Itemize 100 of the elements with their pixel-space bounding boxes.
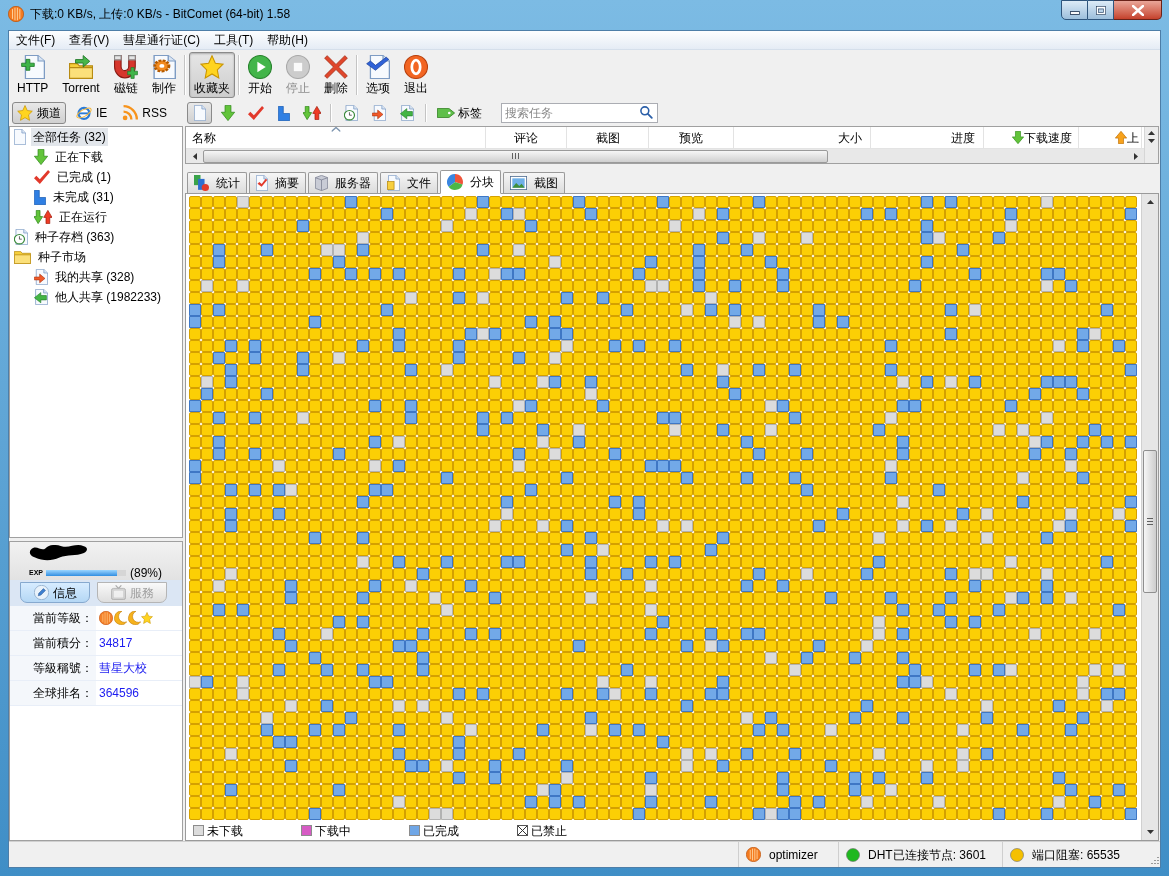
channel-tab[interactable]: IE — [71, 102, 113, 124]
l-shape-icon — [34, 189, 46, 205]
document-icon — [387, 175, 400, 191]
search-icon — [640, 106, 653, 119]
cubes-icon — [194, 175, 209, 191]
scrollbar-thumb[interactable] — [203, 149, 828, 163]
field-value: 364596 — [99, 685, 140, 702]
document-plus-icon — [20, 55, 45, 79]
arrow-up-icon — [1146, 200, 1154, 204]
sun-icon — [99, 611, 113, 625]
detail-tab[interactable]: 统计 — [187, 172, 247, 193]
menu-item[interactable]: 彗星通行证(C) — [116, 30, 207, 50]
folder-icon — [14, 250, 31, 264]
star-icon — [199, 55, 224, 79]
minimize-icon — [1069, 11, 1080, 15]
arrow-up-icon — [1148, 131, 1155, 135]
down-arrow-icon — [34, 149, 48, 165]
toolbar-button[interactable]: 磁链 — [108, 52, 143, 98]
toolbar-button[interactable]: 删除 — [318, 52, 353, 98]
delete-icon — [323, 55, 348, 79]
status-text: optimizer — [769, 846, 818, 864]
menu-item[interactable]: 帮助(H) — [260, 30, 315, 50]
field-value: 彗星大校 — [99, 660, 147, 677]
moon-icon — [113, 611, 127, 625]
detail-tab[interactable]: 服务器 — [308, 172, 378, 193]
field-label: 全球排名： — [33, 685, 93, 702]
toolbar-button[interactable]: 制作 — [146, 52, 181, 98]
moon-icon — [127, 611, 141, 625]
tree-item[interactable]: 已完成 (1) — [55, 168, 113, 186]
minimize-button[interactable] — [1061, 0, 1088, 20]
tree-item[interactable]: 未完成 (31) — [51, 188, 116, 206]
menu-item[interactable]: 查看(V) — [62, 30, 117, 50]
tree-item[interactable]: 正在下载 — [53, 148, 105, 166]
pie-chart-icon — [447, 174, 463, 190]
comet-logo-icon — [8, 6, 24, 22]
pencil-icon — [33, 585, 49, 600]
scrollbar-thumb[interactable] — [1143, 450, 1157, 593]
document-gear-icon — [151, 55, 176, 79]
toolbar-button[interactable]: 收藏夹 — [188, 52, 235, 98]
status-text: DHT已连接节点: 3601 — [868, 846, 987, 864]
l-shape-icon — [277, 105, 290, 121]
profile-tab[interactable]: 信息 — [20, 582, 90, 603]
detail-tab[interactable]: 分块 — [440, 170, 501, 194]
down-arrow-icon — [220, 105, 235, 121]
grip-icon — [1147, 518, 1153, 525]
arrow-left-icon — [192, 152, 197, 160]
document-icon — [193, 105, 206, 121]
tree-item[interactable]: 种子市场 — [36, 248, 88, 266]
document-arrow-icon — [371, 105, 386, 121]
channel-tab[interactable]: RSS — [117, 102, 173, 124]
grip-icon — [512, 153, 519, 159]
detail-tab[interactable]: 截图 — [503, 172, 565, 193]
menu-item[interactable]: 工具(T) — [207, 30, 261, 50]
close-button[interactable] — [1114, 0, 1162, 20]
up-down-arrows-icon — [302, 106, 321, 120]
comet-logo-icon — [746, 847, 761, 862]
up-arrow-icon — [1115, 131, 1127, 144]
document-arrow-icon — [34, 269, 48, 285]
crossed-box-icon — [517, 825, 528, 836]
field-value: 34817 — [99, 635, 133, 652]
tree-item[interactable]: 种子存档 (363) — [33, 228, 117, 246]
status-text: 端口阻塞: 65535 — [1032, 846, 1121, 864]
toolbar-button[interactable]: Torrent — [57, 52, 105, 98]
vertical-scrollbar[interactable] — [1144, 127, 1158, 163]
tag-button[interactable]: 标签 — [433, 102, 486, 124]
window-title: 下载:0 KB/s, 上传:0 KB/s - BitComet (64-bit) 1.58 — [30, 6, 291, 22]
legend-label: 已完成 — [423, 823, 459, 838]
channel-tab[interactable]: 频道 — [12, 102, 66, 124]
detail-tab[interactable]: 摘要 — [249, 172, 306, 193]
maximize-icon — [1095, 5, 1106, 15]
arrow-down-icon — [1146, 830, 1154, 834]
filter-button[interactable] — [187, 102, 212, 124]
tree-item[interactable]: 他人共享 (1982233) — [53, 288, 164, 306]
horizontal-scrollbar[interactable] — [186, 148, 1144, 163]
stop-icon — [285, 55, 310, 79]
tree-item[interactable]: 正在运行 — [57, 208, 109, 226]
maximize-button[interactable] — [1088, 0, 1114, 20]
search-field[interactable]: 搜索任务 — [501, 103, 658, 123]
close-icon — [1131, 4, 1144, 16]
document-arrow-icon — [34, 289, 48, 305]
checklist-icon — [256, 175, 268, 191]
toolbar-button[interactable]: 选项 — [360, 52, 395, 98]
magnet-icon — [113, 55, 138, 79]
tree-item[interactable]: 我的共享 (328) — [53, 268, 137, 286]
clock-icon — [343, 105, 358, 121]
tree-item[interactable]: 全部任务 (32) — [31, 128, 108, 146]
legend-label: 下载中 — [315, 823, 351, 838]
checkmark-icon — [34, 170, 50, 184]
power-icon — [403, 55, 428, 79]
legend-label: 未下载 — [207, 823, 243, 838]
toolbar-button[interactable]: HTTP — [12, 52, 54, 98]
detail-tab[interactable]: 文件 — [380, 172, 438, 193]
toolbar-button[interactable]: 退出 — [398, 52, 433, 98]
document-icon — [14, 129, 26, 145]
menu-item[interactable]: 文件(F) — [9, 30, 63, 50]
toolbar-button[interactable]: 开始 — [242, 52, 277, 98]
vertical-scrollbar[interactable] — [1141, 194, 1158, 840]
arrow-down-icon — [1148, 139, 1155, 143]
field-label: 當前等級： — [33, 610, 93, 627]
exp-percentage: (89%) — [130, 566, 163, 580]
